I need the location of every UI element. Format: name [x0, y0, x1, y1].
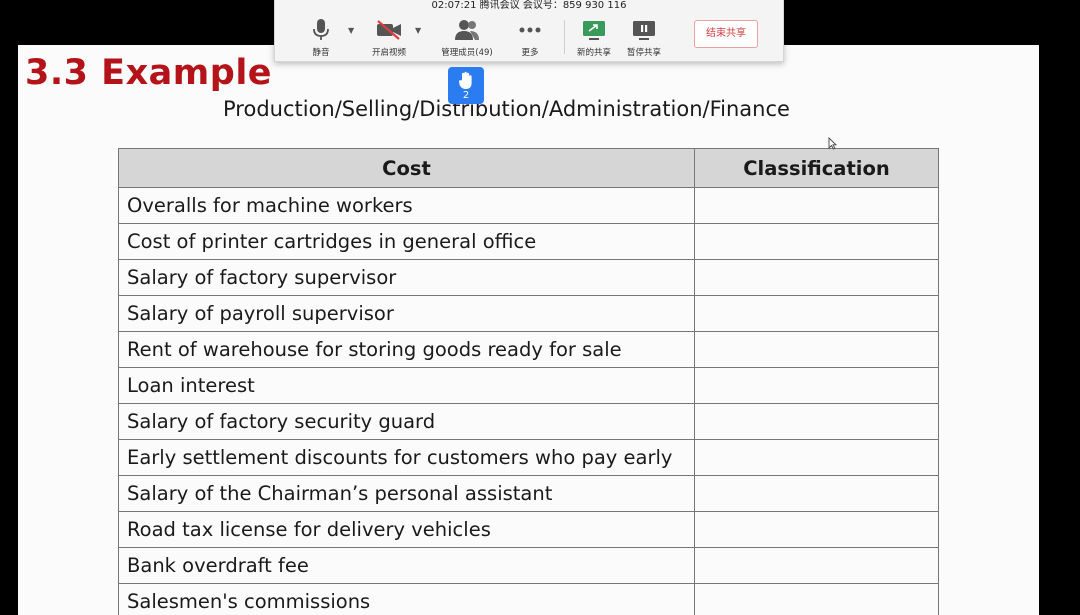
classification-cell — [694, 259, 939, 296]
mute-options-chevron-down-icon[interactable]: ▼ — [348, 26, 354, 35]
table-row: Salary of the Chairman’s personal assist… — [118, 475, 939, 512]
cost-column-header: Cost — [118, 148, 695, 188]
cost-cell: Loan interest — [118, 367, 695, 404]
classification-cell — [694, 187, 939, 224]
cost-cell: Rent of warehouse for storing goods read… — [118, 331, 695, 368]
cost-cell: Bank overdraft fee — [118, 547, 695, 584]
raise-hand-badge[interactable]: 2 — [448, 67, 484, 104]
mute-label: 静音 — [312, 48, 330, 58]
cost-cell: Overalls for machine workers — [118, 187, 695, 224]
classification-cell — [694, 403, 939, 440]
classification-cell — [694, 367, 939, 404]
video-off-icon — [377, 20, 401, 40]
meeting-toolbar: 02:07:21 腾讯会议 会议号：859 930 116 静音 ▼ 开启视频 … — [274, 0, 784, 62]
more-dots-icon — [519, 27, 541, 33]
pause-share-label: 暂停共享 — [626, 48, 661, 58]
pause-share-button[interactable]: 暂停共享 — [614, 18, 674, 58]
cost-cell: Salary of payroll supervisor — [118, 295, 695, 332]
more-label: 更多 — [521, 48, 539, 58]
table-header-row: Cost Classification — [118, 148, 939, 188]
presentation-slide: 3.3 Example Production/Selling/Distribut… — [18, 45, 1039, 615]
new-share-icon — [583, 21, 605, 40]
classification-cell — [694, 511, 939, 548]
classification-cell — [694, 331, 939, 368]
cost-cell: Early settlement discounts for customers… — [118, 439, 695, 476]
manage-members-label: 管理成员(49) — [441, 48, 493, 58]
video-options-chevron-down-icon[interactable]: ▼ — [415, 26, 421, 35]
manage-members-button[interactable]: 管理成员(49) — [437, 18, 497, 58]
mouse-cursor-icon — [828, 137, 837, 150]
table-row: Bank overdraft fee — [118, 547, 939, 584]
classification-cell — [694, 583, 939, 615]
cost-cell: Salary of the Chairman’s personal assist… — [118, 475, 695, 512]
mute-button[interactable]: 静音 — [291, 18, 351, 58]
cost-cell: Road tax license for delivery vehicles — [118, 511, 695, 548]
raise-hand-count: 2 — [462, 90, 470, 101]
classification-cell — [694, 475, 939, 512]
cost-cell: Salary of factory supervisor — [118, 259, 695, 296]
table-row: Rent of warehouse for storing goods read… — [118, 331, 939, 368]
table-row: Salary of factory security guard — [118, 403, 939, 440]
meeting-info: 02:07:21 腾讯会议 会议号：859 930 116 — [431, 0, 627, 11]
members-icon — [455, 20, 479, 40]
cost-cell: Salesmen's commissions — [118, 583, 695, 615]
table-row: Salary of payroll supervisor — [118, 295, 939, 332]
cost-cell: Salary of factory security guard — [118, 403, 695, 440]
table-row: Loan interest — [118, 367, 939, 404]
cost-classification-table: Cost Classification Overalls for machine… — [118, 148, 939, 615]
pause-share-icon — [633, 21, 655, 40]
start-video-button[interactable]: 开启视频 — [359, 18, 419, 58]
classification-cell — [694, 223, 939, 260]
cost-cell: Cost of printer cartridges in general of… — [118, 223, 695, 260]
table-row: Cost of printer cartridges in general of… — [118, 223, 939, 260]
microphone-icon — [313, 19, 329, 40]
table-row: Early settlement discounts for customers… — [118, 439, 939, 476]
raised-hand-icon — [459, 71, 472, 89]
table-row: Salary of factory supervisor — [118, 259, 939, 296]
more-button[interactable]: 更多 — [500, 18, 560, 58]
end-share-button[interactable]: 结束共享 — [694, 20, 758, 48]
classification-cell — [694, 547, 939, 584]
slide-heading: 3.3 Example — [25, 53, 273, 93]
classification-column-header: Classification — [694, 148, 939, 188]
classification-cell — [694, 295, 939, 332]
table-row: Salesmen's commissions — [118, 583, 939, 615]
slide-subtitle: Production/Selling/Distribution/Administ… — [223, 97, 790, 121]
start-video-label: 开启视频 — [371, 48, 406, 58]
table-row: Road tax license for delivery vehicles — [118, 511, 939, 548]
classification-cell — [694, 439, 939, 476]
table-row: Overalls for machine workers — [118, 187, 939, 224]
